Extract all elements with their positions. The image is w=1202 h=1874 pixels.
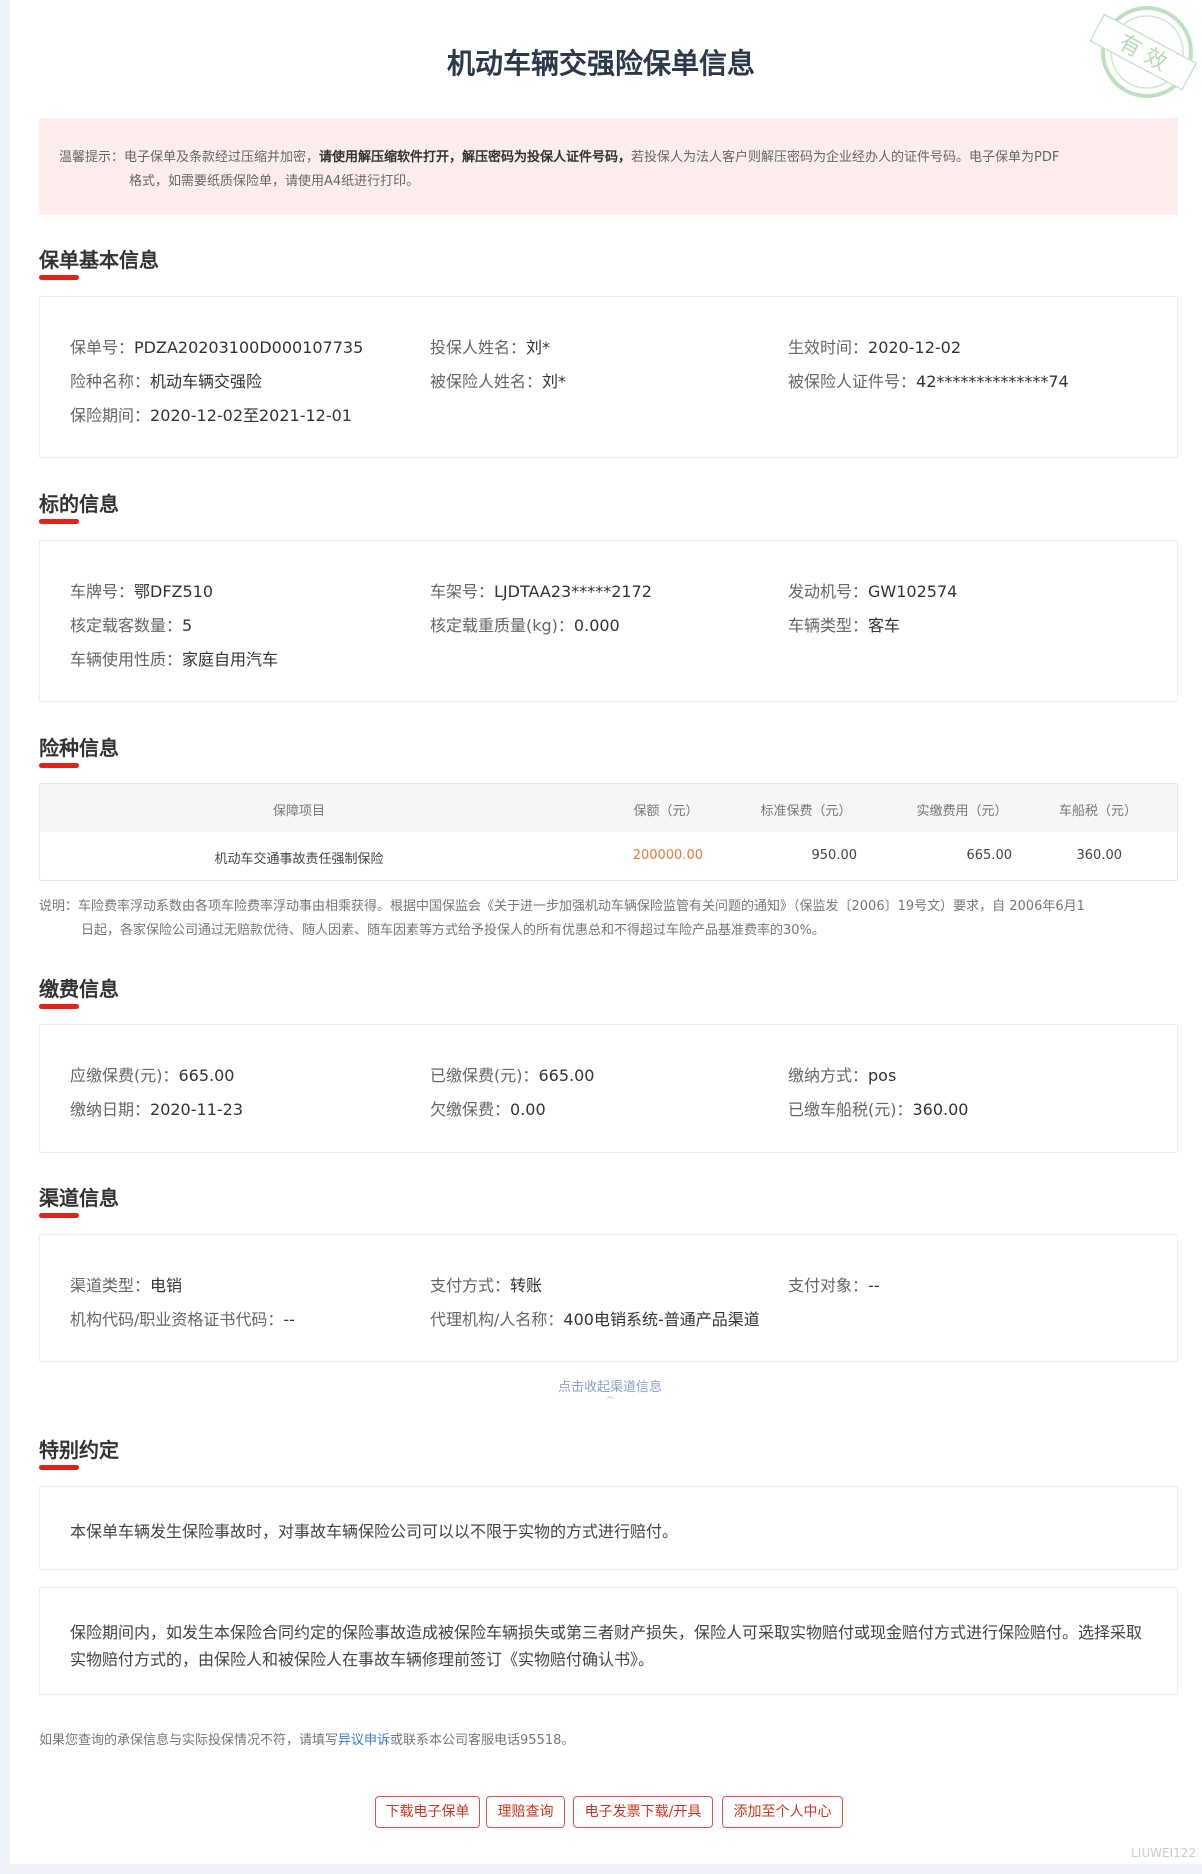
collapse-channel-toggle[interactable]: 点击收起渠道信息 [0, 1376, 1202, 1395]
bottom-edge [0, 1864, 1202, 1874]
field-vin: 车架号：LJDTAA23*****2172 [430, 582, 652, 601]
field-product-name: 险种名称：机动车辆交强险 [70, 372, 263, 391]
section-title-vehicle: 标的信息 [39, 492, 119, 516]
field-period: 保险期间：2020-12-02至2021-12-01 [70, 406, 352, 425]
chevron-up-icon[interactable]: ^ [0, 1394, 1202, 1407]
col-header: 车船税（元） [1058, 804, 1137, 819]
note-line: 日起，各家保险公司通过无赔款优待、随人因素、随车因素等方式给予投保人的所有优惠总… [81, 923, 825, 938]
section-underline [39, 519, 79, 524]
dispute-link[interactable]: 异议申诉 [338, 1733, 390, 1748]
field-effective-date: 生效时间：2020-12-02 [788, 338, 961, 357]
section-underline [39, 1213, 79, 1218]
section-title-coverage: 险种信息 [39, 736, 119, 760]
footer-text: 如果您查询的承保信息与实际投保情况不符，请填写 [39, 1733, 339, 1748]
table-header: 保障项目 保额（元） 标准保费（元） 实缴费用（元） 车船税（元） [40, 784, 1177, 832]
special-clause-card: 保险期间内，如发生本保险合同约定的保险事故造成被保险车辆损失或第三者财产损失，保… [39, 1587, 1178, 1695]
special-clause-text: 保险期间内，如发生本保险合同约定的保险事故造成被保险车辆损失或第三者财产损失，保… [70, 1623, 1143, 1642]
col-header: 标准保费（元） [760, 804, 852, 819]
field-due-premium: 应缴保费(元)：665.00 [70, 1066, 235, 1085]
cell-amount: 200000.00 [632, 848, 703, 863]
field-payment-mode: 支付方式：转账 [430, 1276, 543, 1295]
col-header: 实缴费用（元） [916, 804, 1008, 819]
field-insured: 被保险人姓名：刘* [430, 372, 567, 391]
field-policy-no: 保单号：PDZA20203100D000107735 [70, 338, 364, 357]
payment-info-card: 应缴保费(元)：665.00 已缴保费(元)：665.00 缴纳方式：pos 缴… [39, 1024, 1178, 1153]
section-title-basic: 保单基本信息 [39, 248, 159, 272]
add-to-personal-center-button[interactable]: 添加至个人中心 [722, 1796, 843, 1828]
field-seats: 核定载客数量：5 [70, 616, 193, 635]
special-clause-text: 实物赔付方式的，由保险人和被保险人在事故车辆修理前签订《实物赔付确认书》。 [70, 1650, 655, 1669]
field-plate: 车牌号：鄂DFZ510 [70, 582, 214, 601]
invoice-button[interactable]: 电子发票下载/开具 [573, 1796, 713, 1828]
cell-vehicle-tax: 360.00 [1076, 848, 1123, 863]
section-underline [39, 763, 79, 768]
field-usage: 车辆使用性质：家庭自用汽车 [70, 650, 279, 669]
notice-text-line2: 格式，如需要纸质保险单，请使用A4纸进行打印。 [129, 174, 420, 189]
download-policy-button[interactable]: 下载电子保单 [375, 1796, 480, 1828]
notice-label: 温馨提示： [59, 150, 125, 165]
field-pay-date: 缴纳日期：2020-11-23 [70, 1100, 243, 1119]
tip-notice: 温馨提示：电子保单及条款经过压缩并加密，请使用解压缩软件打开，解压密码为投保人证… [39, 118, 1178, 215]
left-edge [0, 0, 10, 1874]
field-load: 核定载重质量(kg)：0.000 [430, 616, 620, 635]
claim-query-button[interactable]: 理赔查询 [486, 1796, 565, 1828]
field-org-code: 机构代码/职业资格证书代码：-- [70, 1310, 295, 1329]
coverage-table: 保障项目 保额（元） 标准保费（元） 实缴费用（元） 车船税（元） 机动车交通事… [39, 783, 1178, 881]
watermark: LIUWEI122 [1131, 1846, 1196, 1860]
col-header: 保障项目 [272, 804, 325, 819]
special-clause-text: 本保单车辆发生保险事故时，对事故车辆保险公司可以以不限于实物的方式进行赔付。 [70, 1522, 679, 1541]
cell-item: 机动车交通事故责任强制保险 [214, 852, 384, 867]
section-title-channel: 渠道信息 [39, 1186, 119, 1210]
field-pay-method: 缴纳方式：pos [788, 1066, 897, 1085]
field-applicant: 投保人姓名：刘* [430, 338, 551, 357]
field-paid-tax: 已缴车船税(元)：360.00 [788, 1100, 969, 1119]
vehicle-info-card: 车牌号：鄂DFZ510 车架号：LJDTAA23*****2172 发动机号：G… [39, 540, 1178, 702]
section-title-payment: 缴费信息 [39, 977, 119, 1001]
field-engine-no: 发动机号：GW102574 [788, 582, 958, 601]
field-insured-id: 被保险人证件号：42**************74 [788, 372, 1069, 391]
field-agent: 代理机构/人名称：400电销系统-普通产品渠道 [430, 1310, 760, 1329]
field-vehicle-type: 车辆类型：客车 [788, 616, 901, 635]
footer-note: 如果您查询的承保信息与实际投保情况不符，请填写异议申诉或联系本公司客服电话955… [39, 1729, 574, 1748]
section-underline [39, 1004, 79, 1009]
special-clause-card: 本保单车辆发生保险事故时，对事故车辆保险公司可以以不限于实物的方式进行赔付。 [39, 1486, 1178, 1570]
coverage-note: 说明：车险费率浮动系数由各项车险费率浮动事由相乘获得。根据中国保监会《关于进一步… [39, 895, 1178, 943]
field-payee: 支付对象：-- [788, 1276, 880, 1295]
field-paid-premium: 已缴保费(元)：665.00 [430, 1066, 595, 1085]
section-title-special: 特别约定 [39, 1438, 119, 1462]
valid-stamp-icon: 有 效 [1089, 6, 1197, 98]
cell-paid-premium: 665.00 [966, 848, 1013, 863]
page-title: 机动车辆交强险保单信息 [446, 47, 755, 80]
section-underline [39, 1465, 79, 1470]
channel-info-card: 渠道类型：电销 支付方式：转账 支付对象：-- 机构代码/职业资格证书代码：--… [39, 1234, 1178, 1362]
note-line: 说明：车险费率浮动系数由各项车险费率浮动事由相乘获得。根据中国保监会《关于进一步… [39, 899, 1085, 914]
cell-standard-premium: 950.00 [811, 848, 858, 863]
basic-info-card: 保单号：PDZA20203100D000107735 投保人姓名：刘* 生效时间… [39, 296, 1178, 458]
col-header: 保额（元） [633, 804, 699, 819]
notice-bold: 请使用解压缩软件打开，解压密码为投保人证件号码， [319, 150, 632, 165]
notice-text: 若投保人为法人客户则解压密码为企业经办人的证件号码。电子保单为PDF [631, 150, 1060, 165]
footer-text: 或联系本公司客服电话95518。 [390, 1733, 575, 1748]
section-underline [39, 275, 79, 280]
field-channel-type: 渠道类型：电销 [70, 1276, 183, 1295]
notice-text: 电子保单及条款经过压缩并加密， [124, 150, 320, 165]
field-owed: 欠缴保费：0.00 [430, 1100, 546, 1119]
